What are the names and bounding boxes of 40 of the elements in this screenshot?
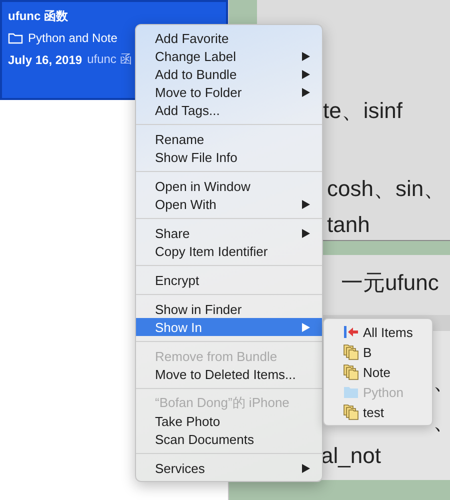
document-text: al_not xyxy=(321,443,381,468)
stacked-folders-icon xyxy=(343,344,359,360)
menu-item[interactable]: Share xyxy=(136,224,322,242)
folder-icon xyxy=(343,385,359,399)
menu-item[interactable]: Show File Info xyxy=(136,148,322,166)
note-date: July 16, 2019 xyxy=(8,52,82,66)
document-text: tanh xyxy=(327,212,370,237)
menu-item[interactable]: Scan Documents xyxy=(136,430,322,448)
caret-icon xyxy=(302,464,310,472)
menu-item[interactable]: Show In xyxy=(136,318,322,336)
arrow-into-bar-icon xyxy=(343,325,359,339)
menu-item[interactable]: Copy Item Identifier xyxy=(136,242,322,260)
document-text: cosh、sin、 xyxy=(327,176,446,201)
caret-icon xyxy=(302,228,310,238)
document-text: 一元ufunc xyxy=(341,270,439,295)
note-title: ufunc 函数 xyxy=(8,8,69,25)
submenu-item[interactable]: Note xyxy=(324,362,432,382)
caret-icon xyxy=(302,200,310,208)
folder-icon xyxy=(8,32,23,44)
menu-item[interactable]: Open With xyxy=(136,195,322,213)
menu-item[interactable]: Rename xyxy=(136,130,322,148)
menu-item[interactable]: Take Photo xyxy=(136,412,322,430)
document-text: te、isinf xyxy=(323,98,402,123)
folder-label: Python and Note xyxy=(28,31,118,45)
document-text: 、 xyxy=(433,409,450,434)
menu-item[interactable]: Open in Window xyxy=(136,177,322,195)
stacked-folders-icon xyxy=(343,364,359,380)
submenu-item[interactable]: All Items xyxy=(324,322,432,342)
menu-item[interactable]: Add Tags... xyxy=(136,101,322,119)
menu-item[interactable]: Encrypt xyxy=(136,271,322,289)
submenu-item[interactable]: B xyxy=(324,342,432,362)
document-text: 、 xyxy=(433,369,450,394)
stacked-folders-icon xyxy=(343,404,359,420)
note-snippet: ufunc 函 xyxy=(87,51,132,68)
menu-section-header: “Bofan Dong”的 iPhone xyxy=(154,394,290,412)
caret-icon xyxy=(302,322,310,332)
menu-item[interactable]: Move to Deleted Items... xyxy=(136,365,322,383)
menu-item[interactable]: Services xyxy=(136,459,322,477)
menu-item[interactable]: Show in Finder xyxy=(136,300,322,318)
submenu-item[interactable]: test xyxy=(324,402,432,422)
